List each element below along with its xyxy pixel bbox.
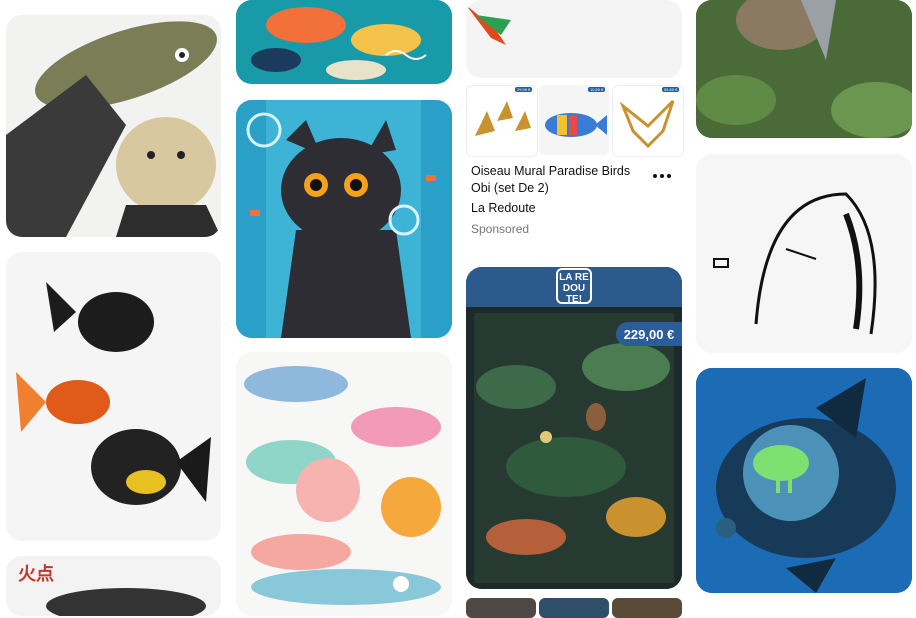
dot-icon	[660, 174, 664, 178]
pin-cat-with-fish-photo[interactable]	[696, 0, 912, 138]
pin-koi-artwork[interactable]	[236, 0, 452, 84]
black-cat-illustration	[236, 100, 452, 338]
gold-birds-icon	[475, 101, 531, 136]
colorful-fish-icon	[545, 113, 607, 137]
thumb-price-2: 10,50 €	[588, 87, 606, 92]
product-thumb-gold-birds[interactable]	[466, 85, 538, 157]
more-options-button[interactable]	[648, 166, 676, 186]
bottom-thumb-2[interactable]	[539, 598, 609, 618]
pastel-fish-illustration	[236, 352, 452, 616]
pin-fish-with-jellyfish[interactable]	[696, 368, 912, 593]
kanji-caption: 火点	[18, 564, 54, 584]
price-badge: 229,00 €	[616, 322, 682, 346]
pin-goldfish-trio[interactable]	[6, 252, 221, 541]
thumb-price-3: 55,50 €	[662, 87, 680, 92]
pin-jungle-wallpaper-ad[interactable]	[466, 267, 682, 589]
product-thumb-colorful-fish[interactable]	[539, 85, 609, 155]
cat-photo-illustration	[696, 0, 912, 138]
gold-bird-sculpture-icon	[619, 99, 675, 149]
la-redoute-logo: LA RE DOU TE!	[556, 268, 592, 305]
jungle-wallpaper-illustration	[466, 267, 682, 589]
fish-head-sketch-illustration	[696, 154, 912, 353]
pin-brand-name[interactable]: La Redoute	[471, 201, 536, 215]
thumb-price-1: 29,99 €	[515, 87, 533, 92]
pin-title[interactable]: Oiseau Mural Paradise Birds Obi (set De …	[471, 163, 641, 197]
dot-icon	[667, 174, 671, 178]
pin-pastel-fish-stickers[interactable]	[236, 352, 452, 616]
jellyfish-fish-illustration	[696, 368, 912, 593]
cat-fish-illustration	[6, 15, 221, 237]
pin-cat-holding-fish[interactable]	[6, 15, 221, 237]
goldfish-illustration	[6, 252, 221, 541]
pin-fish-head-sketch[interactable]	[696, 154, 912, 353]
pin-paradise-bird-top[interactable]	[466, 0, 682, 78]
product-thumb-gold-bird-sculpture[interactable]	[612, 85, 684, 157]
koi-illustration	[236, 0, 452, 84]
bird-illustration	[466, 0, 682, 78]
pin-black-cat-underwater[interactable]	[236, 100, 452, 338]
bottom-thumb-3[interactable]	[612, 598, 682, 618]
dot-icon	[653, 174, 657, 178]
bottom-thumb-1[interactable]	[466, 598, 536, 618]
sponsored-label: Sponsored	[471, 222, 530, 236]
